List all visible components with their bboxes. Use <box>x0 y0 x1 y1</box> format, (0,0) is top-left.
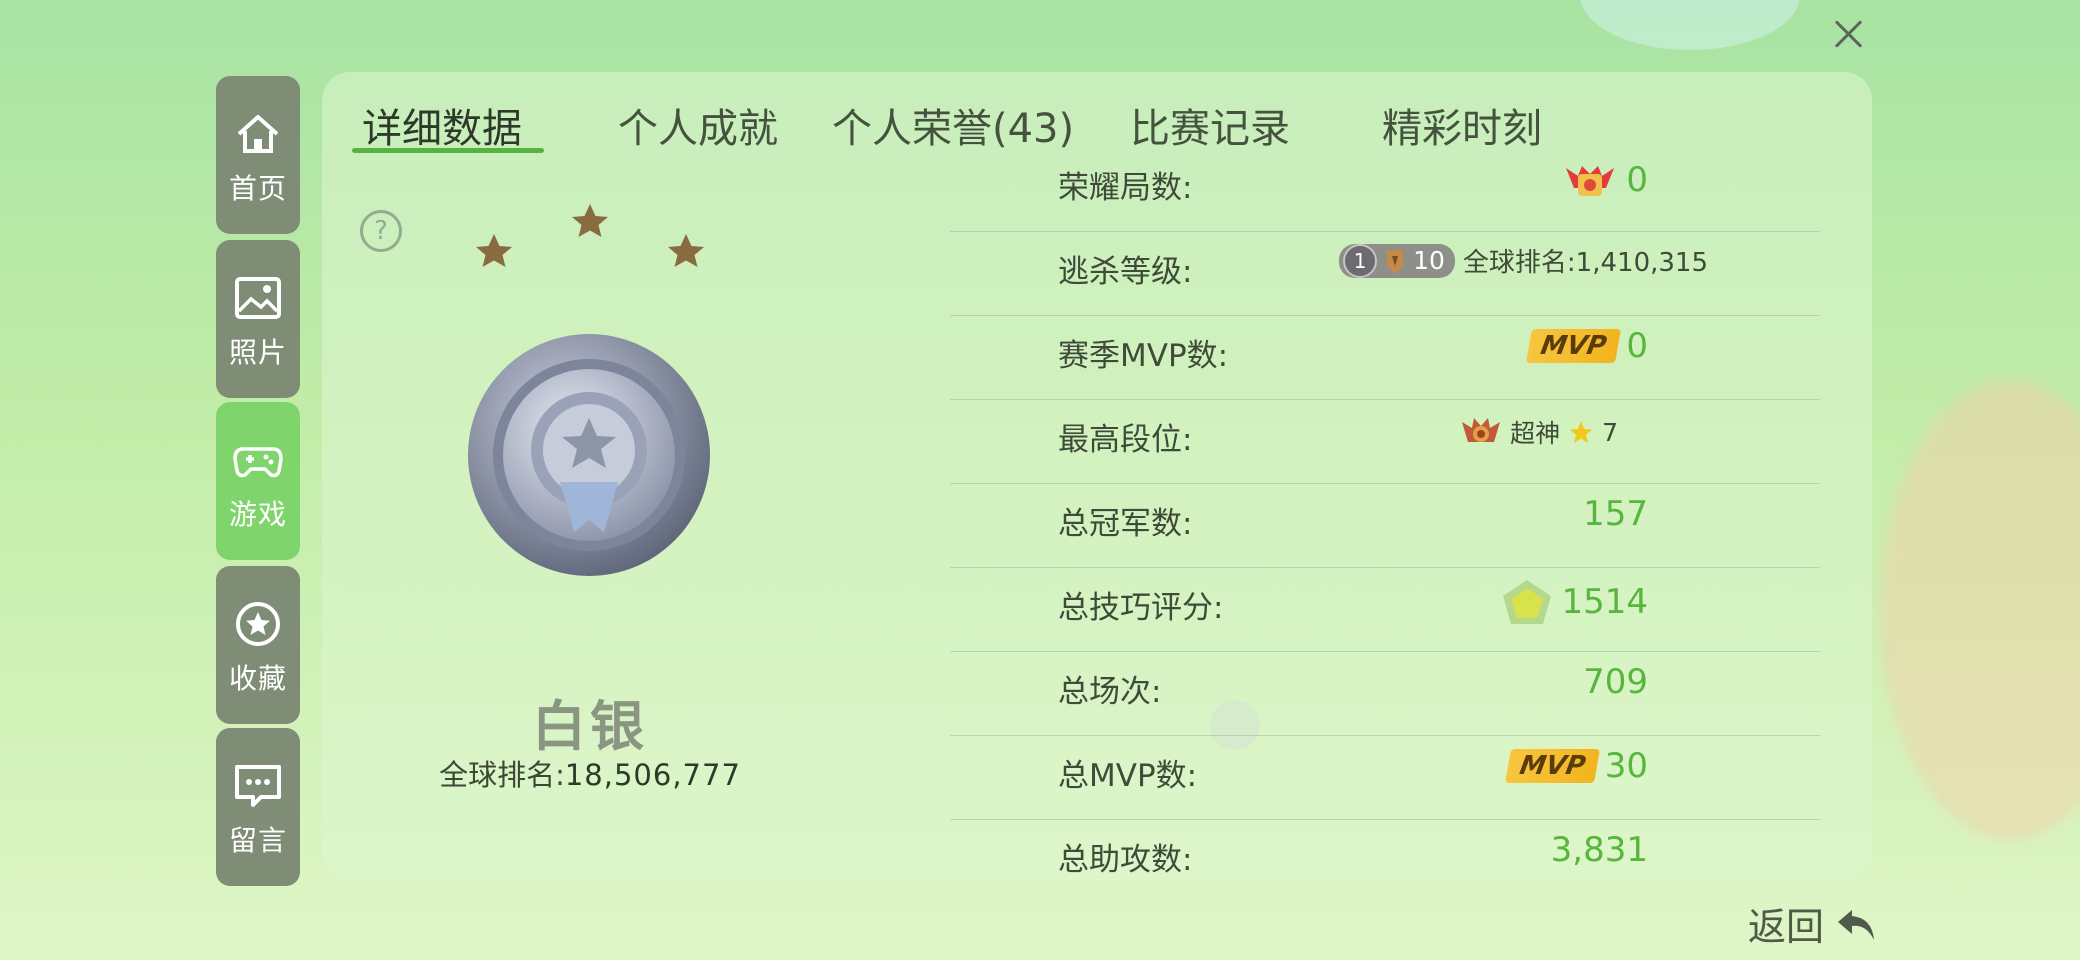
stat-value: 1514 <box>1561 582 1648 622</box>
stat-label: 总技巧评分: <box>1058 590 1224 626</box>
stat-label: 总助攻数: <box>1058 842 1193 878</box>
sidebar-item-game[interactable]: 游戏 <box>216 402 300 560</box>
active-tab-indicator <box>352 148 544 153</box>
sidebar-item-label: 收藏 <box>228 662 287 695</box>
background-blob <box>1880 380 2080 840</box>
close-button[interactable] <box>1828 14 1868 54</box>
sidebar-item-message[interactable]: 留言 <box>216 728 300 886</box>
sidebar-item-label: 首页 <box>228 172 287 205</box>
stat-label: 赛季MVP数: <box>1058 338 1229 374</box>
kill-level-badge: 1 10 <box>1339 243 1455 278</box>
back-label: 返回 <box>1748 905 1825 949</box>
gamepad-icon <box>233 447 283 478</box>
stat-value: 709 <box>1583 662 1648 702</box>
rank-star-icon <box>476 234 512 267</box>
kill-global-label: 全球排名: <box>1462 248 1576 278</box>
tab-match-records[interactable]: 比赛记录 <box>1130 96 1290 154</box>
tier-star-icon <box>1570 421 1593 443</box>
message-icon <box>235 765 281 807</box>
home-icon <box>237 115 279 153</box>
background-blob <box>1580 0 1800 50</box>
stat-row: 赛季MVP数: MVP 0 <box>950 316 1820 400</box>
mvp-tag: MVP <box>1526 329 1622 363</box>
stat-row: 逃杀等级: 1 10 全球排名:1,410,315 <box>950 232 1820 316</box>
honor-crest-icon <box>1566 166 1615 196</box>
stat-label: 荣耀局数: <box>1058 170 1193 206</box>
stat-value: 3,831 <box>1550 830 1648 870</box>
stat-row: 总助攻数: 3,831 <box>950 820 1820 904</box>
silver-rank-badge-icon <box>468 334 710 576</box>
rank-stars <box>476 204 704 267</box>
stat-label: 总MVP数: <box>1058 758 1198 794</box>
sidebar-item-photo[interactable]: 照片 <box>216 240 300 398</box>
stat-row: 荣耀局数: 0 <box>950 148 1820 232</box>
pentagon-score-icon <box>1503 580 1552 624</box>
stat-value: 30 <box>1604 746 1648 786</box>
stat-row: 总技巧评分: 1514 <box>950 568 1820 652</box>
tab-highlights[interactable]: 精彩时刻 <box>1382 96 1542 154</box>
tier-name: 超神 <box>1510 419 1561 448</box>
rank-star-icon <box>668 234 704 267</box>
level-icon: 1 <box>1343 243 1378 278</box>
stat-row: 总MVP数: MVP 30 <box>950 736 1820 820</box>
tab-achievements[interactable]: 个人成就 <box>618 96 778 154</box>
sidebar-item-label: 照片 <box>228 336 287 369</box>
photo-icon <box>235 277 281 319</box>
stat-label: 最高段位: <box>1058 422 1193 458</box>
stat-value: 0 <box>1626 160 1648 200</box>
help-icon[interactable]: ? <box>360 210 402 252</box>
rank-star-icon <box>572 204 608 237</box>
stat-value: 0 <box>1626 326 1648 366</box>
tab-bar: 详细数据 个人成就 个人荣誉(43) 比赛记录 精彩时刻 <box>322 72 1872 154</box>
tier-stars: 7 <box>1602 417 1618 447</box>
tab-honors[interactable]: 个人荣誉(43) <box>832 96 1074 154</box>
kill-level-value: 10 <box>1413 246 1445 275</box>
stat-row: 总冠军数: 157 <box>950 484 1820 568</box>
rank-global-value: 18,506,777 <box>564 758 741 792</box>
rank-global-ranking: 全球排名:18,506,777 <box>380 752 800 794</box>
sidebar-item-label: 游戏 <box>228 498 287 531</box>
mvp-tag: MVP <box>1504 749 1600 783</box>
stat-label: 总冠军数: <box>1058 506 1193 542</box>
sidebar-item-label: 留言 <box>228 824 287 857</box>
kill-global-value: 1,410,315 <box>1575 248 1708 278</box>
stat-row: 最高段位: 超神 7 <box>950 400 1820 484</box>
rank-global-label: 全球排名: <box>439 758 565 792</box>
back-button[interactable]: 返回 <box>1748 896 1880 951</box>
stat-value: 157 <box>1583 494 1648 534</box>
stat-label: 总场次: <box>1058 674 1162 710</box>
sidebar-item-home[interactable]: 首页 <box>216 76 300 234</box>
tab-detailed-data[interactable]: 详细数据 <box>362 96 522 154</box>
rank-name: 白银 <box>532 695 648 758</box>
fighter-icon <box>1387 249 1404 274</box>
stat-label: 逃杀等级: <box>1058 254 1193 290</box>
stat-row: 总场次: 709 <box>950 652 1820 736</box>
back-arrow-icon <box>1838 909 1875 940</box>
sidebar-item-favorites[interactable]: 收藏 <box>216 566 300 724</box>
tier-emblem-icon <box>1462 418 1501 442</box>
star-icon <box>236 602 280 646</box>
